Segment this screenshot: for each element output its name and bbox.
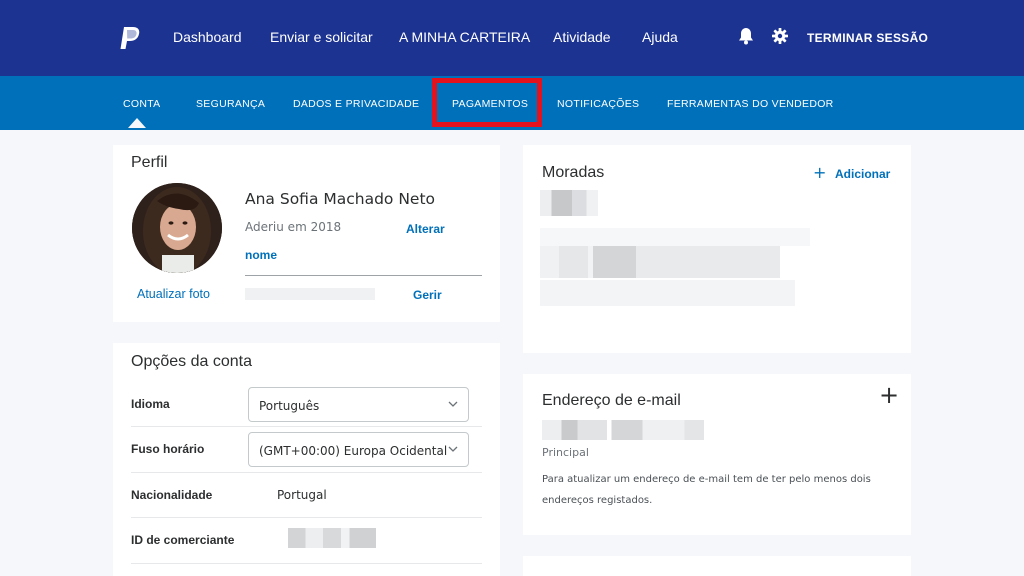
redacted-email — [542, 420, 704, 440]
language-select[interactable]: Português — [248, 387, 469, 422]
email-title: Endereço de e-mail — [542, 392, 681, 409]
row-divider — [131, 426, 482, 427]
top-navigation-bar: Dashboard Enviar e solicitar A MINHA CAR… — [0, 0, 1024, 76]
addresses-title: Moradas — [542, 164, 605, 181]
nav-wallet[interactable]: A MINHA CARTEIRA — [399, 29, 530, 45]
chevron-down-icon — [448, 446, 458, 452]
account-options-title: Opções da conta — [131, 353, 252, 370]
nav-help[interactable]: Ajuda — [642, 29, 678, 45]
timezone-value: (GMT+00:00) Europa Ocidental — [259, 444, 448, 458]
change-name-link[interactable]: Alterar — [406, 222, 445, 236]
active-tab-caret — [128, 118, 146, 128]
email-primary-label: Principal — [542, 446, 589, 459]
timezone-select[interactable]: (GMT+00:00) Europa Ocidental — [248, 432, 469, 467]
nav-dashboard[interactable]: Dashboard — [173, 29, 242, 45]
update-photo-link[interactable]: Atualizar foto — [137, 287, 210, 301]
tab-data-privacy[interactable]: DADOS E PRIVACIDADE — [293, 98, 419, 110]
nationality-value: Portugal — [277, 488, 327, 502]
manage-link[interactable]: Gerir — [413, 288, 442, 302]
nationality-label: Nacionalidade — [131, 488, 213, 502]
tab-seller-tools[interactable]: FERRAMENTAS DO VENDEDOR — [667, 98, 834, 110]
gear-icon[interactable] — [772, 28, 788, 44]
profile-name: Ana Sofia Machado Neto — [245, 190, 436, 208]
redacted-merchant-id — [288, 528, 376, 548]
profile-divider — [245, 275, 482, 276]
redacted-address-4 — [540, 280, 795, 306]
nav-activity[interactable]: Atividade — [553, 29, 611, 45]
tab-security[interactable]: SEGURANÇA — [196, 98, 265, 110]
email-note-line1: Para atualizar um endereço de e-mail tem… — [542, 474, 871, 485]
row-divider — [131, 472, 482, 473]
redacted-info — [245, 288, 375, 300]
nav-send-request[interactable]: Enviar e solicitar — [270, 29, 373, 45]
row-divider — [131, 517, 482, 518]
email-note-line2: endereços registados. — [542, 495, 653, 506]
timezone-label: Fuso horário — [131, 442, 205, 456]
redacted-address-2 — [540, 228, 810, 246]
profile-title: Perfil — [131, 154, 168, 171]
avatar[interactable] — [132, 183, 222, 273]
change-name-link-cont[interactable]: nome — [245, 248, 277, 262]
tab-account[interactable]: CONTA — [123, 98, 160, 110]
add-address-link[interactable]: Adicionar — [835, 167, 890, 181]
logout-button[interactable]: TERMINAR SESSÃO — [807, 31, 928, 45]
tab-notifications[interactable]: NOTIFICAÇÕES — [557, 98, 639, 110]
add-email-plus-icon[interactable]: + — [879, 381, 899, 409]
language-value: Português — [259, 399, 320, 413]
plus-icon[interactable]: + — [813, 163, 826, 182]
next-card — [523, 556, 911, 576]
merchant-id-label: ID de comerciante — [131, 533, 235, 547]
avatar-photo — [132, 183, 222, 273]
chevron-down-icon — [448, 401, 458, 407]
member-since: Aderiu em 2018 — [245, 220, 342, 234]
bell-icon[interactable] — [738, 27, 754, 45]
payments-highlight-box — [432, 78, 542, 127]
redacted-address-3 — [540, 246, 780, 278]
paypal-logo-icon[interactable] — [120, 26, 142, 50]
redacted-address-1 — [540, 190, 598, 216]
language-label: Idioma — [131, 397, 170, 411]
row-divider — [131, 563, 482, 564]
